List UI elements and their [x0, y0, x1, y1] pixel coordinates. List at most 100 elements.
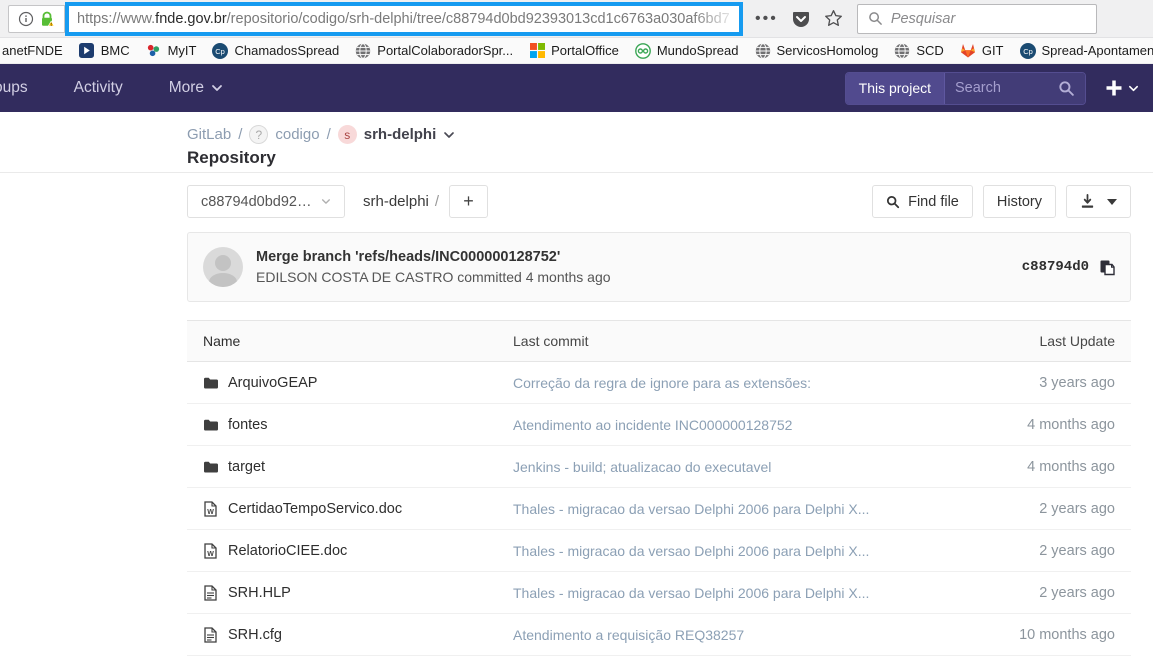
project-avatar: s — [338, 125, 357, 144]
bookmark-myit[interactable]: MyIT — [139, 41, 204, 61]
commit-author[interactable]: EDILSON COSTA DE CASTRO — [256, 269, 453, 285]
bookmark-label: BMC — [101, 43, 130, 58]
cp-favicon-icon: Cp — [1020, 43, 1036, 59]
last-update-time: 2 years ago — [965, 585, 1115, 601]
nav-item-more[interactable]: More — [145, 79, 245, 97]
copy-to-clipboard-icon[interactable] — [1099, 259, 1115, 276]
bookmark-label: GIT — [982, 43, 1004, 58]
find-file-label: Find file — [908, 194, 959, 210]
chevron-down-icon — [1128, 83, 1139, 94]
last-update-time: 10 months ago — [965, 627, 1115, 643]
file-name-link[interactable]: fontes — [228, 417, 268, 433]
tree-row-certidaotemposervico-doc: W CertidaoTempoServico.doc Thales - migrac… — [187, 488, 1131, 530]
bookmark-servicoshomolog[interactable]: ServicosHomolog — [748, 41, 886, 61]
repo-path-link[interactable]: srh-delphi — [363, 193, 429, 210]
breadcrumb-separator: / — [327, 126, 331, 143]
url-bar[interactable]: https://www.fnde.gov.br/repositorio/codi… — [65, 2, 743, 36]
bookmark-git[interactable]: GIT — [953, 41, 1011, 61]
lock-warning-icon[interactable] — [39, 11, 56, 27]
globe-favicon-icon — [755, 43, 771, 59]
site-identity-box[interactable] — [8, 5, 65, 33]
bookmark-scd[interactable]: SCD — [887, 41, 950, 61]
history-label: History — [997, 194, 1042, 210]
last-commit-message-link[interactable]: Thales - migracao da versao Delphi 2006 … — [513, 543, 965, 559]
file-name-link[interactable]: ArquivoGEAP — [228, 375, 317, 391]
file-name-link[interactable]: CertidaoTempoServico.doc — [228, 501, 402, 517]
plus-icon — [1104, 78, 1124, 98]
ref-switcher-dropdown[interactable]: c88794d0bd9239... — [187, 185, 345, 218]
project-search-placeholder: Search — [955, 80, 1001, 96]
url-scheme: https://www. — [77, 11, 155, 27]
bookmark-label: anetFNDE — [2, 43, 63, 58]
pocket-icon[interactable] — [792, 10, 810, 28]
url-domain: fnde.gov.br — [155, 11, 226, 27]
ref-label: c88794d0bd9239... — [201, 194, 313, 210]
info-icon[interactable] — [18, 11, 34, 27]
text-file-icon — [203, 627, 219, 643]
folder-icon — [203, 459, 219, 475]
nav-item-activity[interactable]: Activity — [50, 79, 145, 97]
caret-down-icon — [1107, 198, 1117, 206]
breadcrumb-gitlab[interactable]: GitLab — [187, 126, 231, 143]
plus-icon: + — [463, 191, 474, 212]
breadcrumb-group[interactable]: codigo — [275, 126, 319, 143]
bmc-favicon-icon — [79, 43, 95, 59]
bookmark-mundospread[interactable]: MundoSpread — [628, 41, 746, 61]
project-search-group: This project Search — [845, 72, 1086, 105]
this-project-button[interactable]: This project — [846, 73, 945, 104]
last-commit-message-link[interactable]: Correção da regra de ignore para as exte… — [513, 375, 965, 391]
last-commit-message-link[interactable]: Thales - migracao da versao Delphi 2006 … — [513, 501, 965, 517]
browser-search-box[interactable]: Pesquisar — [857, 4, 1097, 34]
file-name-link[interactable]: RelatorioCIEE.doc — [228, 543, 347, 559]
bookmark-spread-apontamento[interactable]: CpSpread-Apontamento — [1013, 41, 1153, 61]
group-avatar: ? — [249, 125, 268, 144]
tree-row-srh-cfg: SRH.cfg Atendimento a requisição REQ38257… — [187, 614, 1131, 656]
last-commit-message-link[interactable]: Atendimento ao incidente INC000000128752 — [513, 417, 965, 433]
project-search-input[interactable]: Search — [945, 73, 1085, 104]
bookmark-portaloffice[interactable]: PortalOffice — [522, 41, 626, 61]
file-name-link[interactable]: SRH.cfg — [228, 627, 282, 643]
file-name-link[interactable]: SRH.HLP — [228, 585, 291, 601]
search-icon — [1058, 80, 1075, 97]
tree-row-relatoriociee-doc: W RelatorioCIEE.doc Thales - migracao da v… — [187, 530, 1131, 572]
globe-favicon-icon — [894, 43, 910, 59]
search-icon — [886, 195, 900, 209]
bookmark-anetfnde[interactable]: anetFNDE — [2, 41, 70, 60]
last-update-time: 4 months ago — [965, 459, 1115, 475]
bookmark-bmc[interactable]: BMC — [72, 41, 137, 61]
add-file-button[interactable]: + — [449, 185, 488, 218]
search-icon — [868, 11, 883, 26]
gitlab-navbar: oupsActivityMore This project Search — [0, 64, 1153, 112]
find-file-button[interactable]: Find file — [872, 185, 973, 218]
gitlab-favicon-icon — [960, 43, 976, 59]
globe-favicon-icon — [355, 43, 371, 59]
url-overflow-fade — [693, 6, 739, 32]
last-commit-message-link[interactable]: Atendimento a requisição REQ38257 — [513, 627, 965, 643]
url-path: /repositorio/codigo/srh-delphi/tree/c887… — [227, 11, 730, 27]
chevron-down-icon[interactable] — [443, 129, 455, 141]
history-button[interactable]: History — [983, 185, 1056, 218]
commit-title-link[interactable]: Merge branch 'refs/heads/INC000000128752… — [256, 249, 611, 265]
last-update-time: 4 months ago — [965, 417, 1115, 433]
page-header: GitLab / ? codigo / s srh-delphi Reposit… — [0, 112, 1153, 173]
new-menu-button[interactable] — [1104, 78, 1139, 98]
word-document-icon: W — [203, 543, 219, 559]
commit-sha[interactable]: c88794d0 — [1022, 259, 1089, 275]
last-update-time: 2 years ago — [965, 501, 1115, 517]
download-dropdown-button[interactable] — [1066, 185, 1131, 218]
page-actions-icon[interactable]: ••• — [755, 10, 778, 28]
svg-text:Cp: Cp — [1023, 47, 1033, 56]
file-name-link[interactable]: target — [228, 459, 265, 475]
svg-text:W: W — [207, 509, 214, 516]
breadcrumb-project[interactable]: srh-delphi — [364, 126, 437, 143]
breadcrumb-separator: / — [238, 126, 242, 143]
text-file-icon — [203, 585, 219, 601]
bookmark-chamadosspread[interactable]: CpChamadosSpread — [205, 41, 346, 61]
chevron-down-icon — [211, 82, 223, 94]
page-content: GitLab / ? codigo / s srh-delphi Reposit… — [0, 112, 1153, 657]
last-commit-message-link[interactable]: Thales - migracao da versao Delphi 2006 … — [513, 585, 965, 601]
last-commit-message-link[interactable]: Jenkins - build; atualizacao do executav… — [513, 459, 965, 475]
bookmark-portalcolaboradorspr-[interactable]: PortalColaboradorSpr... — [348, 41, 520, 61]
nav-item-groups[interactable]: oups — [0, 79, 50, 97]
bookmark-star-icon[interactable] — [824, 9, 843, 28]
